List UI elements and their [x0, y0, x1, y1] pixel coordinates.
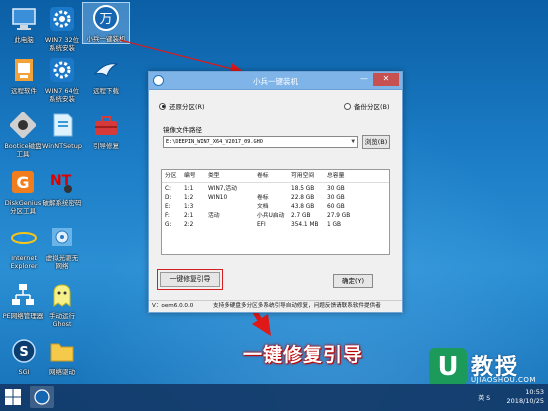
column-header: 类型: [208, 173, 220, 179]
column-header: 分区: [165, 173, 177, 179]
taskbar: 英 S 10:53 2018/10/25: [0, 384, 548, 411]
input-method-indicator[interactable]: 英 S: [478, 393, 490, 402]
restore-partition-radio[interactable]: 还原分区(R): [159, 101, 205, 111]
radio-label: 备份分区(B): [354, 103, 390, 111]
table-cell: C:: [165, 186, 172, 192]
partition-table: 分区 编号 类型 卷标 可用空间 总容量 C: 1:1 WIN7,活动 18.5…: [161, 169, 390, 255]
radio-indicator: [344, 102, 351, 110]
windows-logo-icon: [5, 389, 21, 405]
table-cell: F:: [165, 213, 170, 219]
column-header: 卷标: [257, 173, 269, 179]
status-bar: V：oem6.0.0.0 支持多硬盘多分区多系统引导自动修复，问题反馈请联系软件…: [149, 300, 402, 312]
column-header: 可用空间: [291, 173, 315, 179]
table-cell: 2:2: [184, 222, 194, 228]
table-cell: 43.8 GB: [291, 204, 315, 210]
annotation-arrow-line: [119, 39, 237, 71]
clock[interactable]: 10:53 2018/10/25: [507, 388, 544, 406]
table-cell: 1 GB: [327, 222, 341, 228]
table-cell: 22.8 GB: [291, 195, 315, 201]
table-cell: 18.5 GB: [291, 186, 315, 192]
installer-window: 小兵一键装机 — ✕ 还原分区(R) 备份分区(B) 镜像文件路径 E:\DEE…: [148, 71, 403, 313]
clock-time: 10:53: [525, 388, 544, 396]
taskbar-app-installer[interactable]: [30, 386, 54, 408]
table-cell: E:: [165, 204, 171, 210]
watermark-logo: U: [429, 348, 467, 386]
column-header: 总容量: [327, 173, 345, 179]
watermark-site: UJIAOSHOU.COM: [471, 376, 536, 384]
clock-date: 2018/10/25: [506, 397, 544, 405]
repair-boot-highlight: 一键修复引导: [157, 269, 223, 290]
table-cell: 文档: [257, 204, 269, 210]
repair-boot-button[interactable]: 一键修复引导: [160, 272, 220, 287]
chevron-down-icon[interactable]: ▼: [351, 137, 355, 147]
browse-button[interactable]: 浏览(B): [362, 135, 390, 149]
table-cell: D:: [165, 195, 172, 201]
table-cell: G:: [165, 222, 172, 228]
table-cell: 354.1 MB: [291, 222, 319, 228]
version-text: V：oem6.0.0.0: [152, 303, 194, 309]
table-cell: 活动: [208, 213, 220, 219]
table-cell: EFI: [257, 222, 266, 228]
image-path-label: 镜像文件路径: [163, 126, 202, 134]
minimize-button[interactable]: —: [357, 73, 371, 86]
table-cell: 30 GB: [327, 186, 345, 192]
table-cell: 27.9 GB: [327, 213, 351, 219]
ok-button[interactable]: 确定(Y): [333, 274, 373, 288]
window-titlebar[interactable]: 小兵一键装机 — ✕: [149, 72, 402, 90]
start-button[interactable]: [2, 386, 24, 408]
header-divider: [162, 182, 389, 183]
table-cell: 2:1: [184, 213, 194, 219]
table-cell: 30 GB: [327, 195, 345, 201]
radio-label: 还原分区(R): [169, 103, 205, 111]
status-message: 支持多硬盘多分区多系统引导自动修复，问题反馈请联系软件提供者: [213, 303, 381, 309]
close-button[interactable]: ✕: [373, 73, 399, 86]
table-cell: WIN10: [208, 195, 228, 201]
installer-icon: [34, 389, 50, 405]
table-cell: 60 GB: [327, 204, 345, 210]
backup-partition-radio[interactable]: 备份分区(B): [344, 101, 390, 111]
table-cell: 1:2: [184, 195, 194, 201]
table-cell: 1:3: [184, 204, 194, 210]
table-cell: 卷标: [257, 195, 269, 201]
instruction-caption: 一键修复引导: [243, 344, 364, 366]
table-cell: 2.7 GB: [291, 213, 311, 219]
image-path-value: E:\DEEPIN_WIN7_X64_V2017_09.GHO: [166, 139, 263, 145]
radio-selected-indicator: [159, 102, 166, 110]
table-cell: 1:1: [184, 186, 194, 192]
column-header: 编号: [184, 173, 196, 179]
table-cell: WIN7,活动: [208, 186, 237, 192]
annotation-arrowhead: [252, 314, 271, 336]
image-path-combobox[interactable]: E:\DEEPIN_WIN7_X64_V2017_09.GHO ▼: [163, 136, 358, 148]
table-cell: 小兵U启动: [257, 213, 285, 219]
